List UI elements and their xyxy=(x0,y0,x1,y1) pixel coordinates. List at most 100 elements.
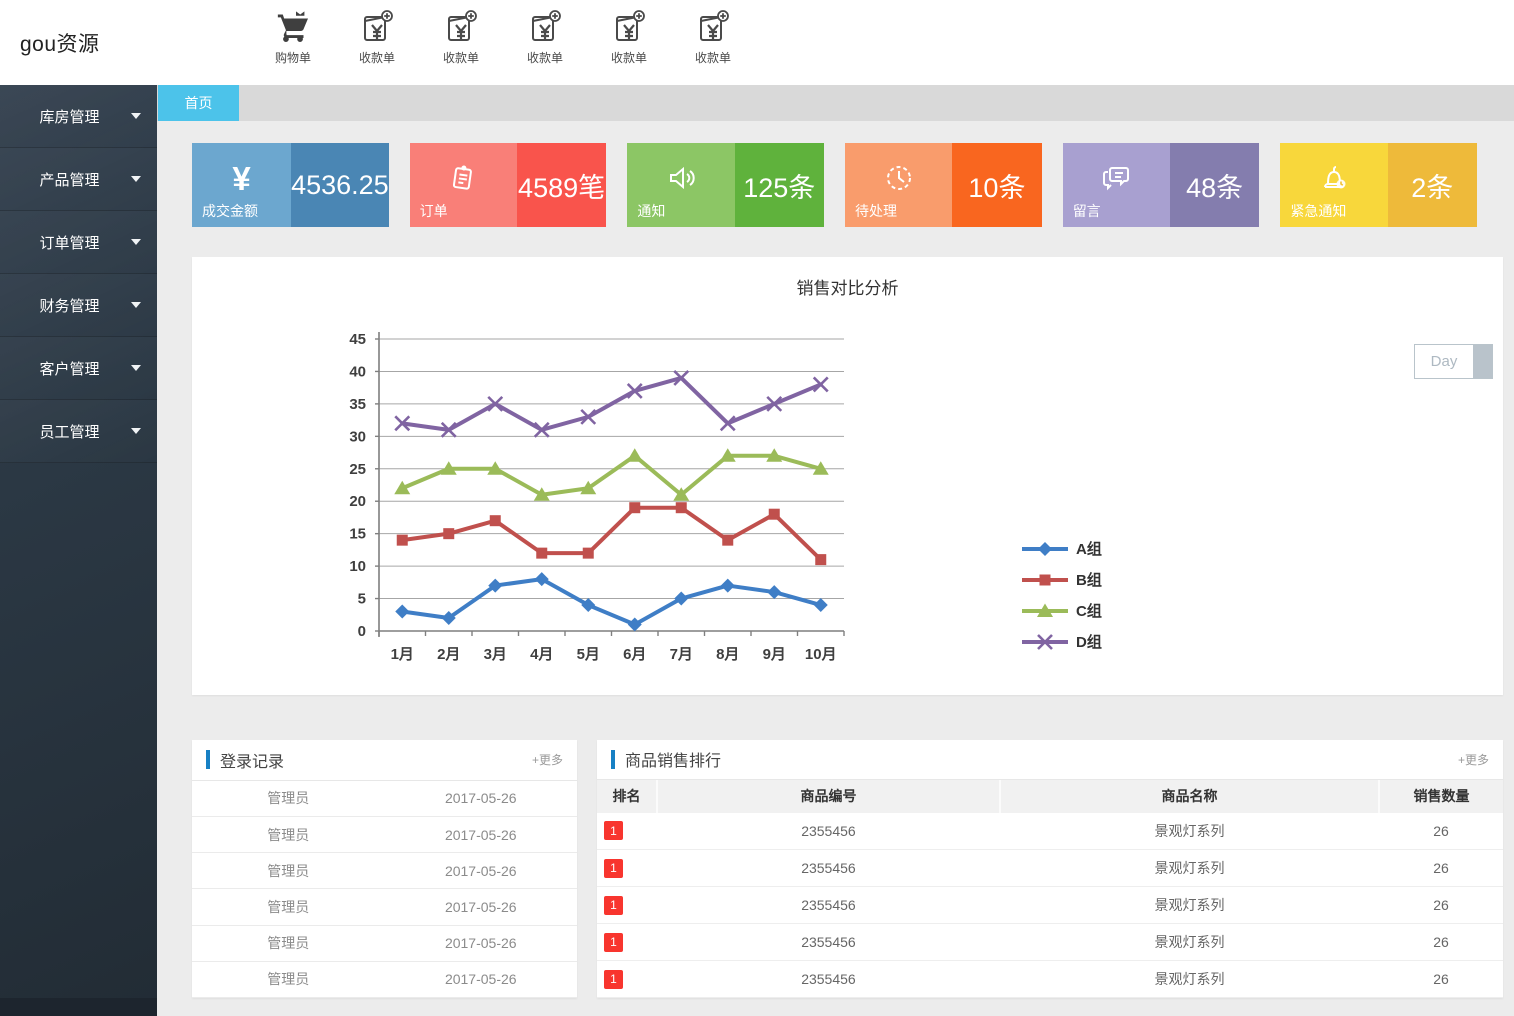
header-shortcut-3[interactable]: 收款单 xyxy=(436,8,486,66)
login-user: 管理员 xyxy=(267,862,310,879)
chevron-down-icon xyxy=(131,113,141,119)
sales-qty-cell: 26 xyxy=(1379,849,1503,887)
header-shortcut-5[interactable]: 收款单 xyxy=(604,8,654,66)
sidebar-item-6[interactable]: 员工管理 xyxy=(0,400,157,463)
login-date: 2017-05-26 xyxy=(444,862,517,879)
sidebar-filler xyxy=(0,463,157,998)
login-user: 管理员 xyxy=(267,826,310,843)
svg-text:D组: D组 xyxy=(1076,633,1102,651)
sales-chart-panel: 销售对比分析 Day 0 5 10 15 20 25 30 35 40 45 1月 2月 3月 4月 5月 6… xyxy=(192,257,1503,695)
sales-name-cell: 景观灯系列 xyxy=(999,849,1379,887)
tab-home[interactable]: 首页 xyxy=(158,85,239,121)
svg-text:A组: A组 xyxy=(1076,540,1102,558)
accent-bar xyxy=(206,750,210,770)
login-user: 管理员 xyxy=(267,935,310,952)
stat-card-value: 48条 xyxy=(1169,143,1260,227)
stat-card-5[interactable]: 留言 48条 xyxy=(1062,143,1260,227)
stat-card-left: 订单 xyxy=(409,143,517,227)
message-icon xyxy=(1100,162,1132,194)
accent-bar xyxy=(611,749,615,769)
sales-table-row: 1 2355456 景观灯系列 26 xyxy=(597,886,1503,924)
sales-panel-title: 商品销售排行 xyxy=(625,753,722,771)
shortcut-label: 收款单 xyxy=(442,51,479,65)
app-window: gou资源 购物单 收款单 收款单 收款单 收款单 收款单 库房管理产品管理订单管理财务管… xyxy=(0,0,1514,1016)
svg-text:4月: 4月 xyxy=(530,646,553,663)
login-more-link[interactable]: +更多 xyxy=(532,751,563,768)
sales-code-cell: 2355456 xyxy=(657,849,1000,887)
stat-card-2[interactable]: 订单 4589笔 xyxy=(409,143,607,227)
sidebar-item-2[interactable]: 产品管理 xyxy=(0,148,157,211)
stat-card-value: 125条 xyxy=(734,143,825,227)
login-records-panel: 登录记录 +更多 管理员 2017-05-26 管理员 2017-05-26 管理员 20… xyxy=(192,740,577,998)
sidebar: 库房管理产品管理订单管理财务管理 客户管理 员工管理 xyxy=(0,85,157,1016)
svg-text:6月: 6月 xyxy=(623,646,646,663)
sales-more-link[interactable]: +更多 xyxy=(1458,751,1489,768)
header-shortcut-6[interactable]: 收款单 xyxy=(688,8,738,66)
svg-text:45: 45 xyxy=(349,331,366,348)
stat-card-label: 待处理 xyxy=(855,203,898,219)
sidebar-item-3[interactable]: 订单管理 xyxy=(0,211,157,274)
login-record-row: 管理员 2017-05-26 xyxy=(192,781,577,818)
receipt-icon xyxy=(358,8,396,46)
svg-text:30: 30 xyxy=(349,428,366,445)
svg-text:7月: 7月 xyxy=(670,646,693,663)
svg-text:35: 35 xyxy=(349,396,366,413)
top-header: gou资源 购物单 收款单 收款单 收款单 收款单 收款单 xyxy=(0,0,1514,85)
login-date: 2017-05-26 xyxy=(444,935,517,952)
svg-text:5: 5 xyxy=(358,591,366,608)
sales-rank-cell: 1 xyxy=(597,923,657,961)
sidebar-item-1[interactable]: 库房管理 xyxy=(0,85,157,148)
svg-text:10月: 10月 xyxy=(805,646,837,663)
stat-card-left: 留言 xyxy=(1062,143,1170,227)
header-shortcut-2[interactable]: 收款单 xyxy=(352,8,402,66)
login-record-row: 管理员 2017-05-26 xyxy=(192,853,577,890)
sidebar-item-label: 库房管理 xyxy=(39,108,100,126)
login-record-row: 管理员 2017-05-26 xyxy=(192,926,577,962)
sales-column-header: 商品编号 xyxy=(656,779,1000,813)
sales-rank-cell: 1 xyxy=(597,812,657,850)
login-user: 管理员 xyxy=(267,971,310,988)
sales-qty-cell: 26 xyxy=(1379,812,1503,850)
product-sales-table: 排名 商品编号 商品名称 销售数量 1 2355456 景观灯系列 26 1 2355456 景观… xyxy=(597,779,1503,998)
header-shortcut-1[interactable]: 购物单 xyxy=(268,8,318,66)
stat-card-3[interactable]: 通知 125条 xyxy=(627,143,825,227)
stat-card-label: 成交金额 xyxy=(202,203,258,219)
clock-icon xyxy=(883,162,915,194)
svg-text:1月: 1月 xyxy=(391,646,414,663)
svg-text:10: 10 xyxy=(349,558,366,575)
svg-text:B组: B组 xyxy=(1076,571,1102,589)
rank-badge: 1 xyxy=(604,969,623,989)
login-user: 管理员 xyxy=(267,899,310,916)
sales-name-cell: 景观灯系列 xyxy=(999,923,1379,961)
svg-text:8月: 8月 xyxy=(716,646,739,663)
sales-column-header: 销售数量 xyxy=(1378,779,1503,813)
sales-name-cell: 景观灯系列 xyxy=(999,960,1379,998)
stat-card-value: 4536.25 xyxy=(291,143,389,227)
product-sales-panel: 商品销售排行 +更多 排名 商品编号 商品名称 销售数量 1 2355456 景观灯系列 2… xyxy=(597,740,1503,998)
header-shortcuts: 购物单 收款单 收款单 收款单 收款单 收款单 xyxy=(268,8,772,66)
stat-card-label: 通知 xyxy=(637,203,666,219)
cart-icon xyxy=(274,8,312,46)
stat-card-1[interactable]: ¥ 成交金额 4536.25 xyxy=(192,143,389,227)
login-date: 2017-05-26 xyxy=(444,790,517,807)
sidebar-item-5[interactable]: 客户管理 xyxy=(0,337,157,400)
stat-card-value: 10条 xyxy=(952,143,1042,227)
stat-cards-row: ¥ 成交金额 4536.25 订单 4589笔 通知 125条 待处理 10条 留言 48条 紧急通知… xyxy=(192,143,1478,227)
header-shortcut-4[interactable]: 收款单 xyxy=(520,8,570,66)
sidebar-item-label: 订单管理 xyxy=(39,234,100,252)
rank-badge: 1 xyxy=(604,858,623,878)
shortcut-label: 收款单 xyxy=(526,51,563,65)
sales-line-chart: 0 5 10 15 20 25 30 35 40 45 1月 2月 3月 4月 5月 6月 7月 8月 9月 10月 A… xyxy=(349,331,1102,663)
chevron-down-icon xyxy=(131,365,141,371)
chevron-down-icon xyxy=(131,239,141,245)
login-date: 2017-05-26 xyxy=(444,899,517,916)
order-icon xyxy=(447,162,479,194)
stat-card-4[interactable]: 待处理 10条 xyxy=(845,143,1042,227)
stat-card-6[interactable]: 紧急通知 2条 xyxy=(1280,143,1478,227)
svg-text:0: 0 xyxy=(358,623,366,640)
stat-card-label: 留言 xyxy=(1072,203,1101,219)
sidebar-item-4[interactable]: 财务管理 xyxy=(0,274,157,337)
sales-code-cell: 2355456 xyxy=(657,886,1000,924)
tab-bar: 首页 xyxy=(157,85,1514,121)
stat-card-left: 通知 xyxy=(627,143,735,227)
